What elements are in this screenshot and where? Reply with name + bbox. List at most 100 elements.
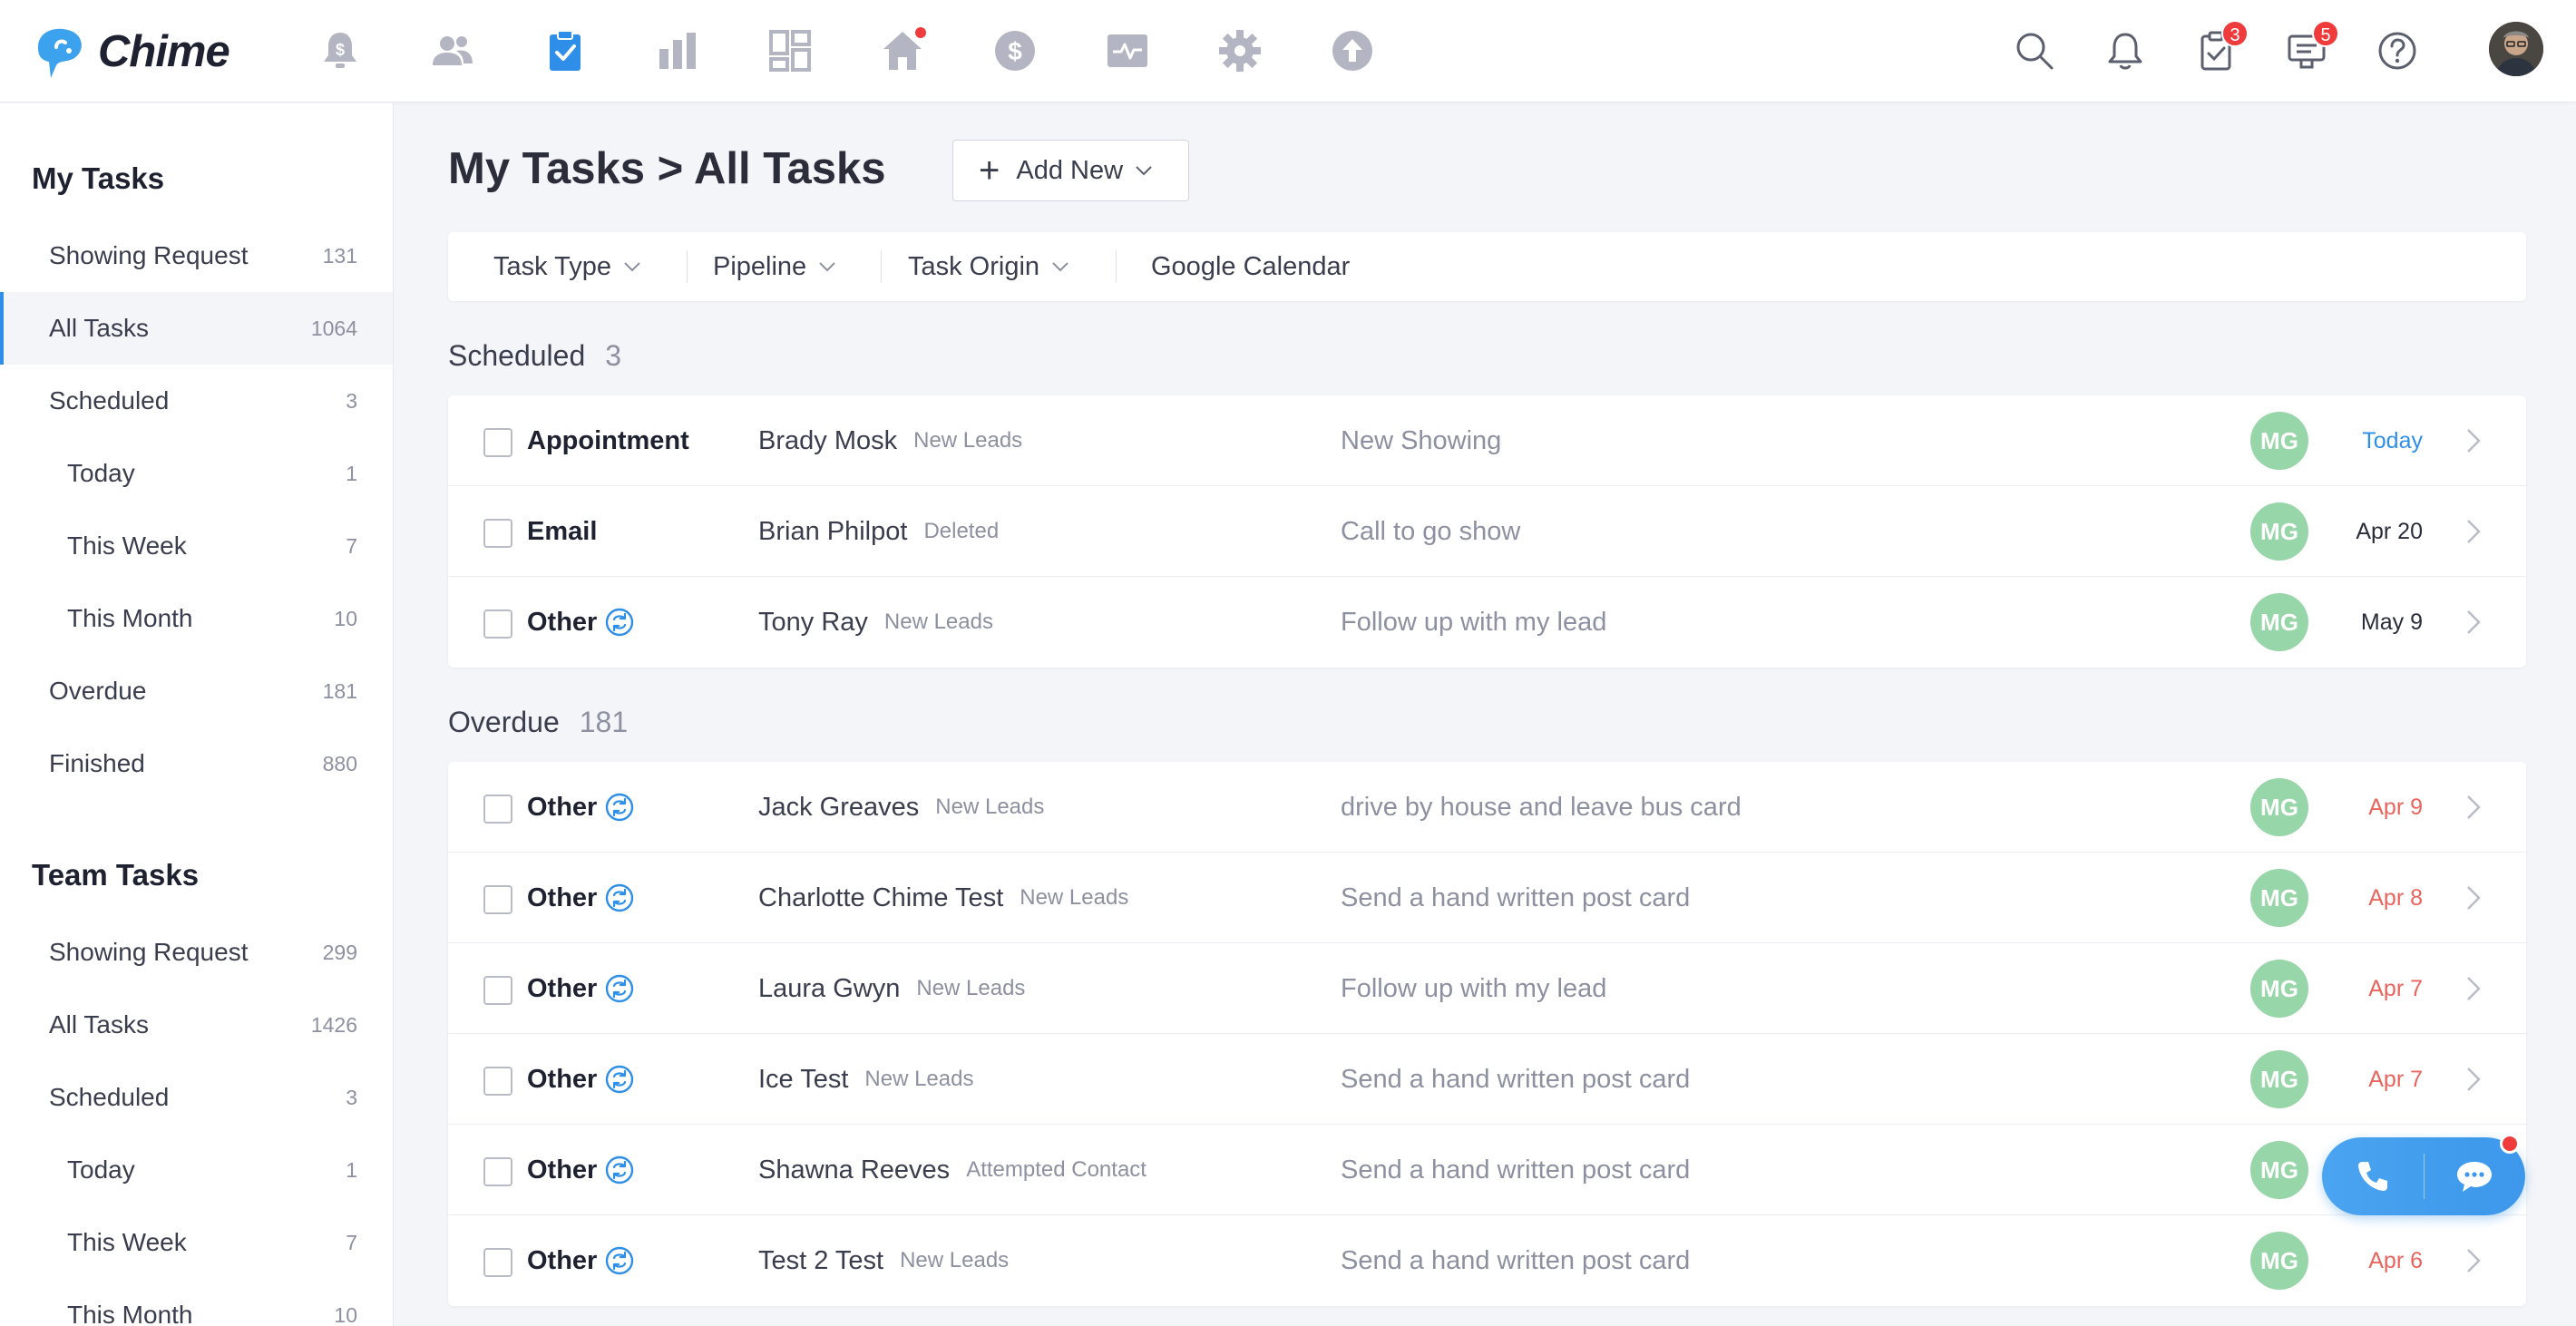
- chevron-right-icon[interactable]: [2457, 791, 2490, 824]
- sidebar-item-this-month[interactable]: This Month 10: [0, 582, 393, 655]
- sidebar-item-team-today[interactable]: Today 1: [0, 1134, 393, 1206]
- repeat-icon: [606, 1065, 634, 1094]
- bell-icon[interactable]: [2100, 25, 2151, 76]
- task-row[interactable]: Other Charlotte Chime Test New Leads Send a…: [448, 853, 2526, 943]
- task-lead[interactable]: Test 2 Test New Leads: [758, 1215, 1009, 1306]
- task-row[interactable]: Email Brian Philpot Deleted Call to go show…: [448, 486, 2526, 577]
- task-lead[interactable]: Charlotte Chime Test New Leads: [758, 853, 1128, 943]
- task-checkbox[interactable]: [483, 976, 512, 1005]
- sidebar-item-overdue[interactable]: Overdue 181: [0, 655, 393, 727]
- sidebar-item-finished[interactable]: Finished 880: [0, 727, 393, 800]
- task-row[interactable]: Other Jack Greaves New Leads drive by house…: [448, 762, 2526, 853]
- lead-name[interactable]: Test 2 Test: [758, 1246, 883, 1276]
- task-checkbox[interactable]: [483, 609, 512, 639]
- user-avatar[interactable]: [2489, 22, 2543, 76]
- filter-divider: [687, 250, 688, 283]
- task-checkbox[interactable]: [483, 428, 512, 457]
- sidebar-item-label: Finished: [49, 749, 145, 777]
- bar-chart-icon[interactable]: [650, 24, 705, 78]
- upload-icon[interactable]: [1325, 24, 1380, 78]
- task-row[interactable]: Other Ice Test New Leads Send a hand writte…: [448, 1034, 2526, 1125]
- tasks-icon[interactable]: 3: [2191, 20, 2249, 76]
- lead-name[interactable]: Tony Ray: [758, 608, 868, 638]
- chevron-right-icon[interactable]: [2457, 972, 2490, 1005]
- task-lead[interactable]: Tony Ray New Leads: [758, 577, 993, 668]
- task-due-date: Apr 6: [2368, 1247, 2423, 1273]
- filter-pipeline[interactable]: Pipeline: [713, 232, 837, 301]
- task-lead[interactable]: Jack Greaves New Leads: [758, 762, 1044, 853]
- task-row[interactable]: Other Test 2 Test New Leads Send a hand wri…: [448, 1215, 2526, 1306]
- sidebar-item-count: 3: [346, 1085, 357, 1109]
- filter-google-calendar[interactable]: Google Calendar: [1151, 232, 1350, 301]
- dashboard-icon[interactable]: [763, 24, 817, 78]
- add-new-button[interactable]: + Add New: [952, 140, 1189, 201]
- lead-name[interactable]: Shawna Reeves: [758, 1155, 950, 1185]
- task-due-date: Apr 20: [2356, 518, 2423, 544]
- my-tasks-heading: My Tasks: [32, 161, 165, 195]
- sidebar-item-team-scheduled[interactable]: Scheduled 3: [0, 1061, 393, 1134]
- repeat-icon: [606, 974, 634, 1003]
- lead-name[interactable]: Brady Mosk: [758, 426, 897, 456]
- page-title: My Tasks > All Tasks: [448, 144, 886, 193]
- chime-logo[interactable]: Chime: [29, 20, 230, 83]
- filter-task-type[interactable]: Task Type: [493, 232, 642, 301]
- sidebar-item-today[interactable]: Today 1: [0, 437, 393, 510]
- task-row[interactable]: Other Shawna Reeves Attempted Contact Send …: [448, 1125, 2526, 1215]
- task-checkbox[interactable]: [483, 519, 512, 548]
- assignee-avatar: MG: [2250, 778, 2308, 836]
- task-row[interactable]: Other Tony Ray New Leads Follow up with my …: [448, 577, 2526, 668]
- chevron-right-icon[interactable]: [2457, 882, 2490, 914]
- chevron-right-icon[interactable]: [2457, 1063, 2490, 1096]
- lead-name[interactable]: Charlotte Chime Test: [758, 883, 1003, 913]
- task-checkbox[interactable]: [483, 885, 512, 914]
- task-lead[interactable]: Brady Mosk New Leads: [758, 395, 1022, 486]
- chevron-right-icon[interactable]: [2457, 606, 2490, 639]
- sidebar-item-team-showing-request[interactable]: Showing Request 299: [0, 916, 393, 989]
- sidebar-item-count: 3: [346, 388, 357, 413]
- chevron-right-icon[interactable]: [2457, 424, 2490, 457]
- chevron-right-icon[interactable]: [2457, 515, 2490, 548]
- task-description: New Showing: [1341, 425, 1502, 455]
- section-heading-scheduled: Scheduled 3: [448, 339, 621, 373]
- lead-name[interactable]: Laura Gwyn: [758, 974, 900, 1004]
- task-checkbox[interactable]: [483, 1067, 512, 1096]
- clipboard-check-icon[interactable]: [538, 24, 592, 78]
- activity-icon[interactable]: [1100, 24, 1155, 78]
- lead-name[interactable]: Ice Test: [758, 1065, 848, 1095]
- task-row[interactable]: Other Laura Gwyn New Leads Follow up with m…: [448, 943, 2526, 1034]
- task-due-date: Apr 7: [2368, 1066, 2423, 1092]
- task-checkbox[interactable]: [483, 1157, 512, 1186]
- sidebar-item-all-tasks[interactable]: All Tasks 1064: [0, 292, 393, 365]
- sidebar-item-label: Today: [67, 1155, 135, 1184]
- home-icon[interactable]: [875, 24, 930, 78]
- sidebar-item-this-week[interactable]: This Week 7: [0, 510, 393, 582]
- task-lead[interactable]: Brian Philpot Deleted: [758, 486, 999, 577]
- sidebar-item-showing-request[interactable]: Showing Request 131: [0, 219, 393, 292]
- assignee-avatar: MG: [2250, 869, 2308, 927]
- search-icon[interactable]: [2009, 25, 2060, 76]
- gear-icon[interactable]: [1213, 24, 1267, 78]
- task-lead[interactable]: Shawna Reeves Attempted Contact: [758, 1125, 1147, 1215]
- help-icon[interactable]: [2372, 25, 2423, 76]
- task-lead[interactable]: Laura Gwyn New Leads: [758, 943, 1025, 1034]
- task-checkbox[interactable]: [483, 795, 512, 824]
- task-checkbox[interactable]: [483, 1248, 512, 1277]
- sidebar-item-team-this-month[interactable]: This Month 10: [0, 1279, 393, 1326]
- sidebar-item-team-all-tasks[interactable]: All Tasks 1426: [0, 989, 393, 1061]
- chevron-right-icon[interactable]: [2457, 1244, 2490, 1277]
- lead-name[interactable]: Brian Philpot: [758, 517, 907, 547]
- lead-pipeline: New Leads: [1020, 885, 1129, 910]
- filter-label: Task Type: [493, 251, 612, 281]
- messages-icon[interactable]: 5: [2281, 20, 2339, 76]
- people-icon[interactable]: [425, 24, 480, 78]
- phone-button[interactable]: [2322, 1137, 2424, 1215]
- sidebar-item-scheduled[interactable]: Scheduled 3: [0, 365, 393, 437]
- dollar-circle-icon[interactable]: $: [988, 24, 1042, 78]
- sidebar-item-team-this-week[interactable]: This Week 7: [0, 1206, 393, 1279]
- task-lead[interactable]: Ice Test New Leads: [758, 1034, 973, 1125]
- alert-dollar-icon[interactable]: $: [313, 24, 367, 78]
- lead-name[interactable]: Jack Greaves: [758, 793, 919, 823]
- notification-dot: [2500, 1134, 2520, 1154]
- task-row[interactable]: Appointment Brady Mosk New Leads New Showin…: [448, 395, 2526, 486]
- filter-task-origin[interactable]: Task Origin: [908, 232, 1070, 301]
